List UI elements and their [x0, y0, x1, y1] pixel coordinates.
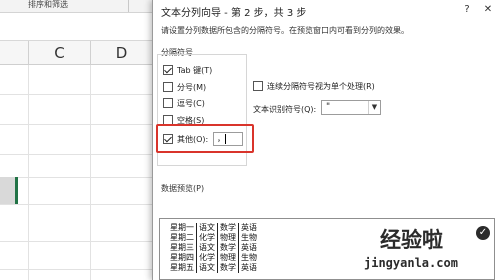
preview-cell: 语文	[196, 223, 218, 233]
help-button[interactable]: ?	[460, 3, 474, 17]
tab-checkbox-label: Tab 键(T)	[177, 65, 213, 75]
preview-cell: 数学	[217, 243, 239, 253]
text-qualifier-label: 文本识别符号(Q):	[253, 105, 317, 114]
dialog-title: 文本分列向导 - 第 2 步，共 3 步	[161, 8, 307, 19]
preview-cell: 英语	[238, 223, 259, 233]
preview-cell: 星期一	[170, 223, 194, 232]
watermark-url: jingyanla.com	[364, 256, 458, 270]
grid-line	[90, 65, 91, 280]
comma-checkbox[interactable]	[163, 98, 173, 108]
tab-checkbox[interactable]	[163, 65, 173, 75]
preview-cell: 星期五	[170, 263, 194, 272]
table-row: 星期五 语文 数学 英语	[168, 263, 259, 273]
check-icon: ✓	[476, 226, 490, 240]
data-preview-table: 星期一 语文 数学 英语 星期二 化学 物理 生物 星期三 语文 数学 英语 星…	[168, 223, 259, 273]
table-row: 星期一 语文 数学 英语	[168, 223, 259, 233]
comma-checkbox-option[interactable]: 逗号(C)	[163, 97, 205, 109]
ribbon-separator	[128, 0, 129, 12]
column-header-c[interactable]: C	[28, 41, 90, 65]
selected-cell-indicator	[0, 177, 18, 204]
preview-cell: 生物	[238, 253, 259, 263]
text-qualifier-select[interactable]: " ▼	[321, 100, 381, 115]
preview-cell: 语文	[196, 243, 218, 253]
comma-checkbox-label: 逗号(C)	[177, 98, 205, 108]
preview-cell: 英语	[238, 263, 259, 273]
preview-cell: 星期二	[170, 233, 194, 242]
preview-cell: 物理	[217, 253, 239, 263]
preview-cell: 数学	[217, 223, 239, 233]
dialog-instruction: 请设置分列数据所包含的分隔符号。在预览窗口内可看到分列的效果。	[161, 26, 409, 35]
grid-line	[28, 65, 29, 280]
preview-cell: 物理	[217, 233, 239, 243]
chevron-down-icon[interactable]: ▼	[368, 101, 380, 114]
semicolon-checkbox-option[interactable]: 分号(M)	[163, 81, 206, 93]
close-button[interactable]: ✕	[481, 3, 495, 17]
preview-cell: 英语	[238, 243, 259, 253]
sort-filter-group-label: 排序和筛选	[28, 0, 68, 9]
semicolon-checkbox-label: 分号(M)	[177, 82, 207, 92]
dialog-title-bar[interactable]: 文本分列向导 - 第 2 步，共 3 步 ? ✕	[153, 0, 500, 20]
semicolon-checkbox[interactable]	[163, 82, 173, 92]
watermark-title: 经验啦	[380, 228, 443, 252]
table-row: 星期二 化学 物理 生物	[168, 233, 259, 243]
highlight-annotation-box	[156, 124, 254, 153]
data-preview-label: 数据预览(P)	[161, 184, 205, 193]
preview-cell: 星期三	[170, 243, 194, 252]
preview-cell: 星期四	[170, 253, 194, 262]
preview-cell: 化学	[196, 253, 218, 263]
preview-cell: 数学	[217, 263, 239, 273]
text-qualifier-value: "	[326, 102, 331, 112]
watermark: 经验啦 ✓ jingyanla.com	[360, 224, 498, 280]
preview-cell: 语文	[196, 263, 218, 273]
table-row: 星期三 语文 数学 英语	[168, 243, 259, 253]
column-header-d[interactable]: D	[90, 41, 152, 65]
consecutive-delimiter-label: 连续分隔符号视为单个处理(R)	[267, 81, 375, 91]
preview-cell: 生物	[238, 233, 259, 243]
tab-checkbox-option[interactable]: Tab 键(T)	[163, 64, 212, 76]
consecutive-delimiter-checkbox[interactable]	[253, 81, 263, 91]
preview-cell: 化学	[196, 233, 218, 243]
consecutive-delimiter-option[interactable]: 连续分隔符号视为单个处理(R)	[253, 80, 375, 92]
table-row: 星期四 化学 物理 生物	[168, 253, 259, 263]
